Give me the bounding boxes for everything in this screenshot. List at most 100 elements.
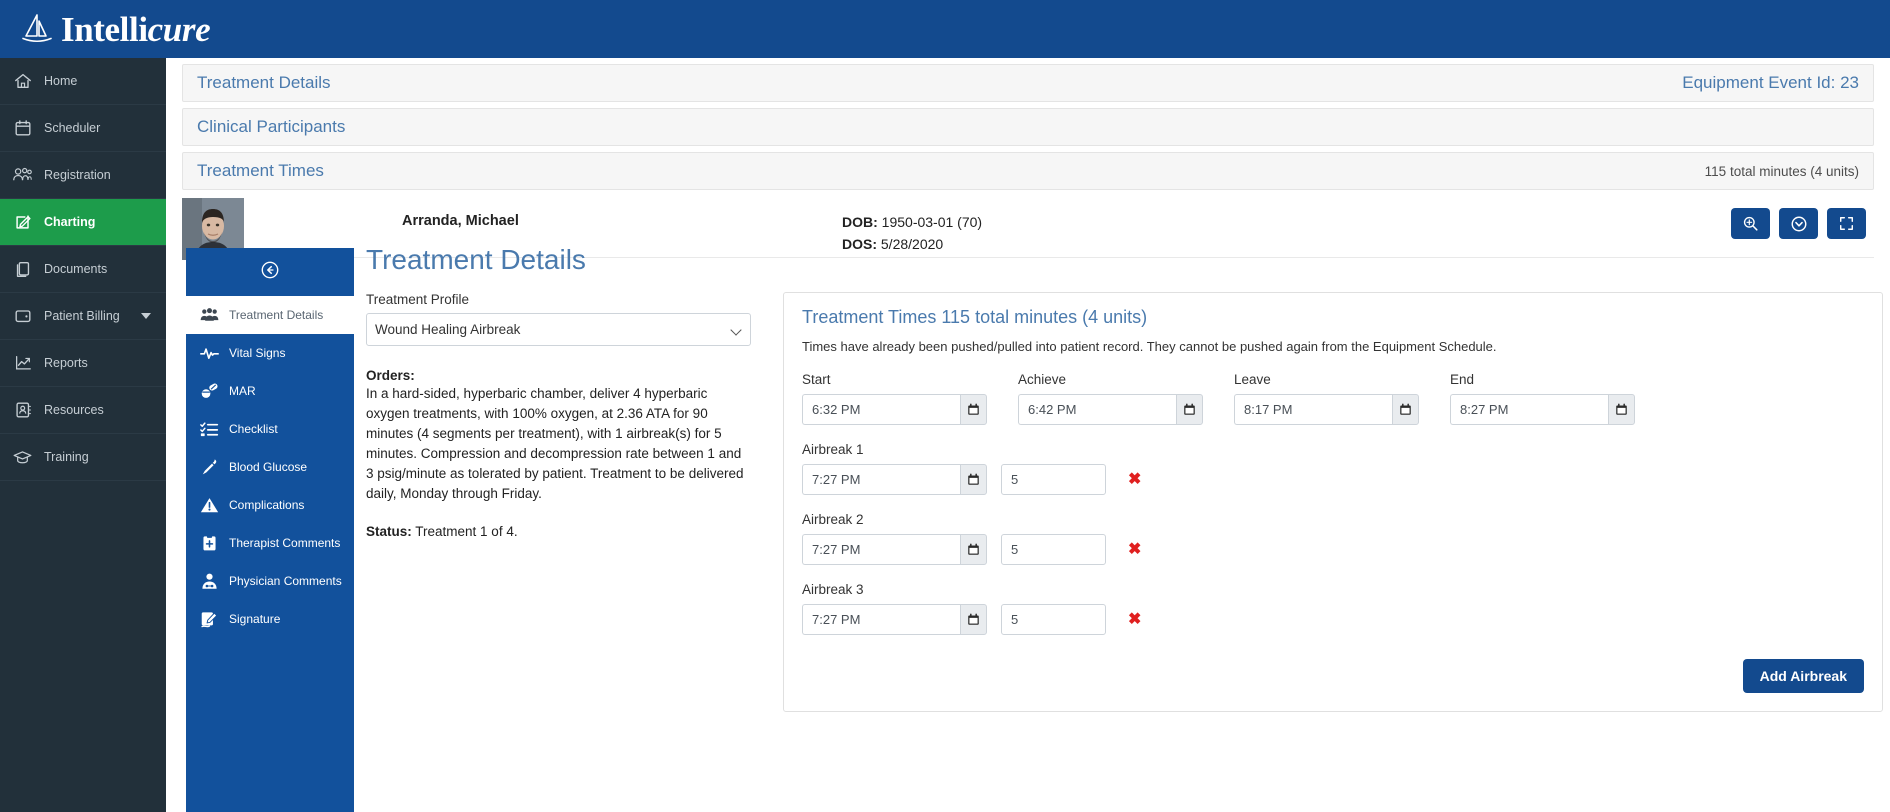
start-calendar-button[interactable] bbox=[960, 394, 987, 425]
airbreak-2-time-input[interactable] bbox=[802, 534, 961, 565]
airbreak-1-row: ✖ bbox=[802, 464, 1864, 495]
airbreak-1-calendar-button[interactable] bbox=[960, 464, 987, 495]
dob-value: 1950-03-01 (70) bbox=[881, 214, 983, 230]
airbreak-1-input-group bbox=[802, 464, 987, 495]
tab-signature[interactable]: Signature bbox=[186, 600, 354, 638]
sidebar-item-documents[interactable]: Documents bbox=[0, 246, 166, 293]
tab-label: MAR bbox=[229, 384, 256, 398]
wallet-icon bbox=[12, 306, 33, 327]
app-header-bar: Intellicure bbox=[0, 0, 1890, 58]
people-group-icon bbox=[199, 305, 219, 325]
treatment-profile-select[interactable]: Wound Healing Airbreak bbox=[366, 313, 751, 346]
tab-label: Checklist bbox=[229, 422, 278, 436]
achieve-calendar-button[interactable] bbox=[1176, 394, 1203, 425]
calendar-icon bbox=[967, 403, 980, 416]
clipboard-plus-icon bbox=[199, 533, 219, 553]
sidebar-item-resources[interactable]: Resources bbox=[0, 387, 166, 434]
sidebar-item-patient-billing[interactable]: Patient Billing bbox=[0, 293, 166, 340]
add-airbreak-button[interactable]: Add Airbreak bbox=[1742, 659, 1864, 693]
tab-complications[interactable]: Complications bbox=[186, 486, 354, 524]
time-field-label: Start bbox=[802, 372, 831, 387]
treatment-times-title: Treatment Times 115 total minutes (4 uni… bbox=[802, 307, 1148, 327]
collapse-rail-button[interactable] bbox=[186, 248, 354, 296]
airbreak-3-label: Airbreak 3 bbox=[802, 582, 864, 597]
sidebar-item-label: Reports bbox=[44, 356, 88, 370]
sidebar-item-scheduler[interactable]: Scheduler bbox=[0, 105, 166, 152]
treatment-details-section: Treatment Details Treatment Profile Woun… bbox=[366, 244, 1890, 712]
tab-checklist[interactable]: Checklist bbox=[186, 410, 354, 448]
header-action-buttons bbox=[1731, 208, 1866, 239]
doctor-icon bbox=[199, 571, 219, 591]
chart-line-icon bbox=[12, 353, 33, 374]
sidebar-item-home[interactable]: Home bbox=[0, 58, 166, 105]
airbreak-2-calendar-button[interactable] bbox=[960, 534, 987, 565]
airbreak-2-row: ✖ bbox=[802, 534, 1864, 565]
lancet-icon bbox=[199, 457, 219, 477]
fullscreen-button[interactable] bbox=[1827, 208, 1866, 239]
chart-tab-rail: Treatment Details Vital Signs MAR Checkl… bbox=[186, 248, 354, 812]
brand-name-second: cure bbox=[147, 9, 211, 49]
airbreak-1-remove-icon[interactable]: ✖ bbox=[1128, 471, 1141, 488]
zoom-in-button[interactable] bbox=[1731, 208, 1770, 239]
patient-name: Arranda, Michael bbox=[402, 213, 519, 229]
airbreak-1-time-input[interactable] bbox=[802, 464, 961, 495]
tab-label: Treatment Details bbox=[229, 308, 324, 322]
leave-time-input[interactable] bbox=[1234, 394, 1393, 425]
dob-label: DOB: bbox=[842, 214, 878, 230]
users-icon bbox=[12, 165, 33, 186]
airbreak-3-remove-icon[interactable]: ✖ bbox=[1128, 611, 1141, 628]
page-title: Treatment Details bbox=[366, 244, 586, 275]
sidebar-item-label: Scheduler bbox=[44, 121, 101, 135]
sidebar-item-label: Charting bbox=[44, 215, 96, 229]
time-field-label: Achieve bbox=[1018, 372, 1067, 387]
warning-triangle-icon bbox=[199, 495, 219, 515]
edit-square-icon bbox=[12, 212, 33, 233]
chevron-down-icon[interactable] bbox=[141, 313, 151, 319]
graduation-cap-icon bbox=[12, 447, 33, 468]
tab-label: Vital Signs bbox=[229, 346, 286, 360]
accordion-clinical-participants[interactable]: Clinical Participants bbox=[182, 108, 1874, 146]
pills-icon bbox=[199, 381, 219, 401]
accordion-title: Clinical Participants bbox=[197, 117, 346, 136]
tab-mar[interactable]: MAR bbox=[186, 372, 354, 410]
sidebar-item-charting[interactable]: Charting bbox=[0, 199, 166, 246]
airbreak-1-label: Airbreak 1 bbox=[802, 442, 864, 457]
tab-label: Blood Glucose bbox=[229, 460, 308, 474]
airbreak-3-calendar-button[interactable] bbox=[960, 604, 987, 635]
check-circle-button[interactable] bbox=[1779, 208, 1818, 239]
tab-blood-glucose[interactable]: Blood Glucose bbox=[186, 448, 354, 486]
tab-treatment-details[interactable]: Treatment Details bbox=[186, 296, 354, 334]
home-icon bbox=[12, 71, 33, 92]
sidebar-item-label: Home bbox=[44, 74, 78, 88]
tab-physician-comments[interactable]: Physician Comments bbox=[186, 562, 354, 600]
airbreak-1-minutes-input[interactable] bbox=[1001, 464, 1106, 495]
sidebar-item-label: Resources bbox=[44, 403, 104, 417]
achieve-time-input[interactable] bbox=[1018, 394, 1177, 425]
airbreak-2-remove-icon[interactable]: ✖ bbox=[1128, 541, 1141, 558]
calendar-icon bbox=[967, 473, 980, 486]
sidebar-item-registration[interactable]: Registration bbox=[0, 152, 166, 199]
airbreak-3-row: ✖ bbox=[802, 604, 1864, 635]
accordion-treatment-times[interactable]: Treatment Times 115 total minutes (4 uni… bbox=[182, 152, 1874, 190]
end-time-input[interactable] bbox=[1450, 394, 1609, 425]
airbreak-2-label: Airbreak 2 bbox=[802, 512, 864, 527]
airbreak-2-input-group bbox=[802, 534, 987, 565]
end-calendar-button[interactable] bbox=[1608, 394, 1635, 425]
airbreak-3-minutes-input[interactable] bbox=[1001, 604, 1106, 635]
brand-logo[interactable]: Intellicure bbox=[0, 9, 211, 49]
leave-calendar-button[interactable] bbox=[1392, 394, 1419, 425]
contact-book-icon bbox=[12, 400, 33, 421]
airbreak-3-time-input[interactable] bbox=[802, 604, 961, 635]
airbreak-2-minutes-input[interactable] bbox=[1001, 534, 1106, 565]
tab-therapist-comments[interactable]: Therapist Comments bbox=[186, 524, 354, 562]
calendar-icon bbox=[967, 543, 980, 556]
calendar-icon bbox=[1183, 403, 1196, 416]
accordion-treatment-details[interactable]: Treatment Details Equipment Event Id: 23 bbox=[182, 64, 1874, 102]
brand-name-first: Intelli bbox=[61, 9, 148, 49]
tab-vital-signs[interactable]: Vital Signs bbox=[186, 334, 354, 372]
leave-input-group bbox=[1234, 394, 1419, 425]
sidebar-item-reports[interactable]: Reports bbox=[0, 340, 166, 387]
sidebar-item-training[interactable]: Training bbox=[0, 434, 166, 481]
sidebar-item-label: Training bbox=[44, 450, 89, 464]
start-time-input[interactable] bbox=[802, 394, 961, 425]
